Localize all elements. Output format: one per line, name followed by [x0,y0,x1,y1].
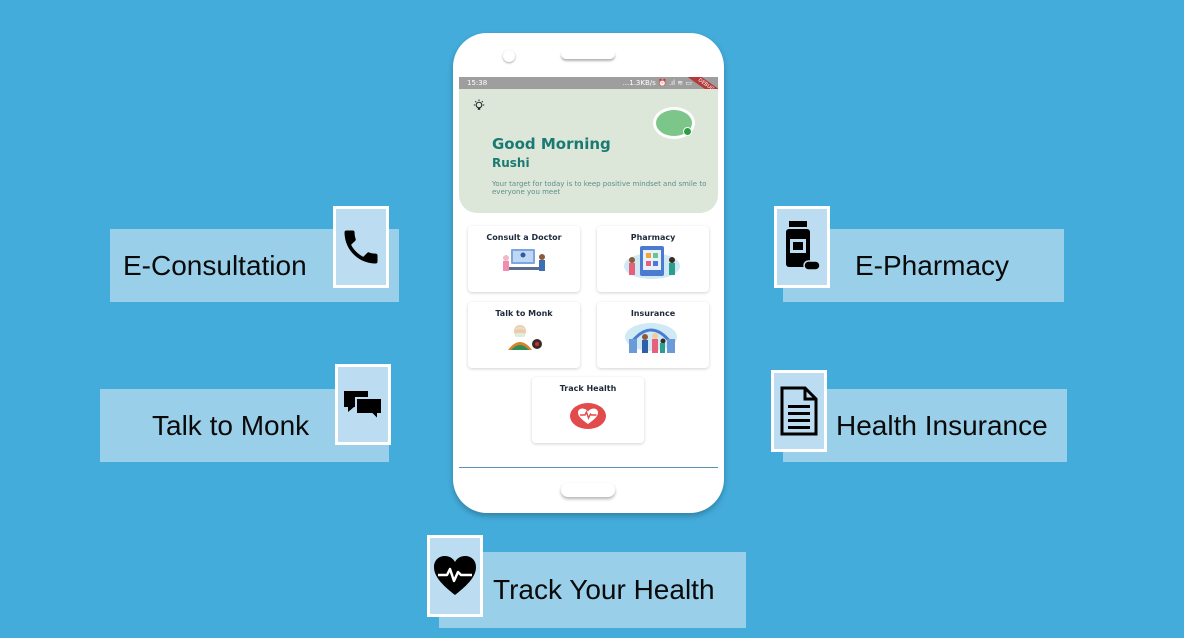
status-indicators: ...1.3KB/s ⏰ .ıl ≋ ▭ [622,79,692,87]
medicine-icon-box [774,206,830,288]
phone-icon [344,230,378,264]
phone-icon-box [333,206,389,288]
monk-illustration [508,325,542,350]
heart-pulse-icon [434,556,476,595]
feature-econsultation-label: E-Consultation [123,249,307,281]
card-label: Pharmacy [630,233,676,242]
greeting-title: Good Morning [492,135,611,153]
status-bar: 15:38 ...1.3KB/s ⏰ .ıl ≋ ▭ DEBUG [459,77,718,104]
phone-speaker [561,49,615,59]
phone-mockup: 15:38 ...1.3KB/s ⏰ .ıl ≋ ▭ DEBUG Good Mo… [453,33,724,513]
card-consult-doctor[interactable]: Consult a Doctor [468,226,580,292]
chat-bubbles-icon [344,390,383,421]
doctor-consult-illustration [503,249,545,271]
online-status-dot [683,127,692,136]
chat-icon-box [335,364,391,445]
feature-track-health: Track Your Health [439,552,746,628]
user-name: Rushi [492,156,530,170]
card-pharmacy[interactable]: Pharmacy [597,226,709,292]
status-time: 15:38 [467,79,488,87]
phone-camera [503,50,515,62]
feature-epharmacy-label: E-Pharmacy [855,249,1010,281]
card-talk-to-monk[interactable]: Talk to Monk [468,302,580,368]
phone-screen: 15:38 ...1.3KB/s ⏰ .ıl ≋ ▭ DEBUG Good Mo… [459,77,718,469]
greeting-card: Good Morning Rushi Your target for today… [459,89,718,213]
greeting-message: Your target for today is to keep positiv… [492,180,707,196]
medicine-bottle-icon [786,221,821,271]
lightbulb-icon[interactable] [473,99,485,111]
heartbeat-illustration [570,403,606,429]
feature-track-health-label: Track Your Health [493,574,715,605]
pharmacy-illustration [624,246,680,279]
feature-health-insurance-label: Health Insurance [836,409,1048,441]
insurance-illustration [625,323,677,353]
home-button[interactable] [561,483,615,497]
card-label: Talk to Monk [495,309,553,318]
card-label: Insurance [630,309,676,318]
document-icon-box [771,370,827,452]
card-label: Consult a Doctor [486,233,562,242]
document-icon [780,386,818,436]
card-track-health[interactable]: Track Health [532,377,644,443]
card-insurance[interactable]: Insurance [597,302,709,368]
heart-icon-box [427,535,483,617]
feature-talk-to-monk-label: Talk to Monk [152,409,310,441]
bottom-divider [459,467,718,468]
card-label: Track Health [559,384,617,393]
